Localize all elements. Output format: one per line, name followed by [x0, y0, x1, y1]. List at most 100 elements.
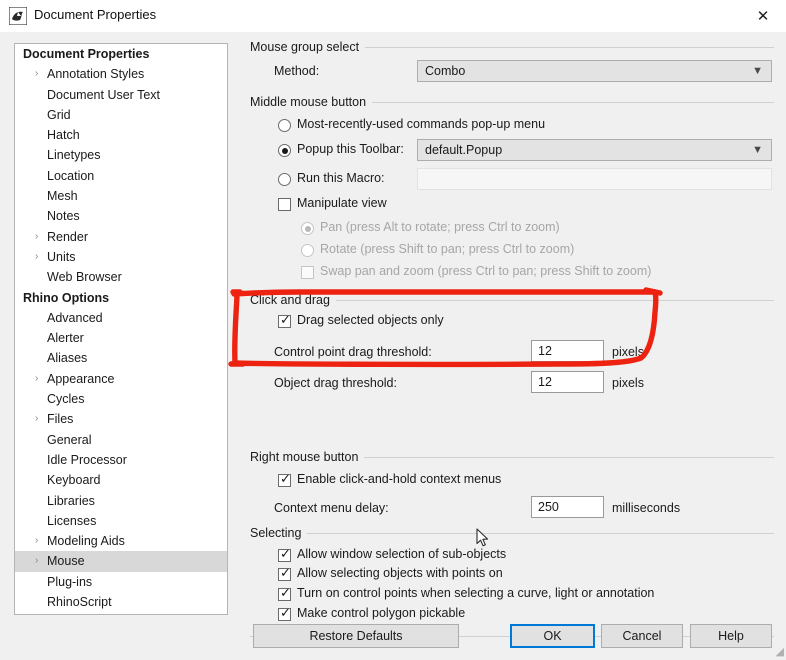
tree-item-mesh[interactable]: Mesh	[15, 186, 227, 206]
tree-item-units[interactable]: › Units	[15, 247, 227, 267]
close-icon[interactable]: ✕	[740, 0, 786, 31]
tree-item-mouse[interactable]: › Mouse	[15, 551, 227, 572]
checkbox-swap-pan-zoom-label: Swap pan and zoom (press Ctrl to pan; pr…	[320, 264, 652, 278]
tree-item-cycles[interactable]: Cycles	[15, 389, 227, 409]
tree-item-label: Cycles	[47, 392, 85, 407]
tree-item-render[interactable]: › Render	[15, 227, 227, 247]
tree-item-label: Libraries	[47, 493, 95, 508]
checkbox-enable-click-hold[interactable]: ✓	[278, 471, 291, 487]
radio-dot	[304, 225, 311, 232]
chevron-right-icon[interactable]: ›	[35, 369, 38, 389]
tree-item-keyboard[interactable]: Keyboard	[15, 470, 227, 490]
chevron-right-icon[interactable]: ›	[35, 409, 38, 429]
checkbox-manipulate-view-label: Manipulate view	[297, 196, 387, 210]
object-threshold-input[interactable]: 12	[531, 371, 604, 393]
help-button[interactable]: Help	[690, 624, 772, 648]
checkbox-manipulate-view[interactable]	[278, 198, 291, 211]
resize-grip-icon[interactable]: ◢	[770, 645, 784, 659]
tree-item-annotation-styles[interactable]: › Annotation Styles	[15, 64, 227, 84]
radio-popup-toolbar-label: Popup this Toolbar:	[297, 142, 404, 156]
tree-item-label: Linetypes	[47, 148, 101, 163]
tree-item-label: Notes	[47, 209, 80, 224]
tree-item-label: Licenses	[47, 513, 97, 528]
tree-item-licenses[interactable]: Licenses	[15, 511, 227, 531]
tree-item-grid[interactable]: Grid	[15, 105, 227, 125]
tree-item-label: Mesh	[47, 189, 78, 204]
chevron-right-icon[interactable]: ›	[35, 64, 38, 84]
settings-tree[interactable]: Document Properties › Annotation Styles Doc…	[14, 43, 228, 615]
check-glyph: ✓	[280, 546, 291, 561]
method-combobox-value: Combo	[425, 64, 466, 78]
section-title-right-mouse-button: Right mouse button	[250, 450, 365, 464]
run-macro-input[interactable]	[417, 168, 772, 190]
tree-item-label: Units	[47, 249, 76, 264]
checkbox-window-subobjects-label: Allow window selection of sub-objects	[297, 547, 507, 561]
ok-button[interactable]: OK	[510, 624, 595, 648]
tree-item-plug-ins[interactable]: Plug-ins	[15, 572, 227, 592]
tree-item-aliases[interactable]: Aliases	[15, 348, 227, 368]
tree-item-files[interactable]: › Files	[15, 409, 227, 429]
chevron-down-icon: ▼	[752, 144, 763, 156]
checkbox-drag-selected-only[interactable]: ✓	[278, 312, 291, 328]
tree-item-modeling-aids[interactable]: › Modeling Aids	[15, 531, 227, 551]
section-title-click-and-drag: Click and drag	[250, 293, 336, 307]
tree-item-label: Alerter	[47, 331, 84, 346]
checkbox-window-subobjects[interactable]: ✓	[278, 546, 291, 562]
chevron-right-icon[interactable]: ›	[35, 247, 38, 267]
checkbox-swap-pan-zoom	[301, 266, 314, 279]
radio-run-macro[interactable]	[278, 173, 291, 186]
tree-item-document-properties[interactable]: Document Properties	[15, 44, 227, 64]
tree-item-general[interactable]: General	[15, 430, 227, 450]
tree-item-document-user-text[interactable]: Document User Text	[15, 85, 227, 105]
check-glyph: ✓	[280, 312, 291, 327]
checkbox-control-polygon-pickable[interactable]: ✓	[278, 606, 291, 621]
window-title: Document Properties	[34, 7, 157, 22]
chevron-right-icon[interactable]: ›	[35, 227, 38, 247]
tree-item-label: Modeling Aids	[47, 534, 125, 549]
cancel-button[interactable]: Cancel	[601, 624, 683, 648]
control-point-threshold-label: Control point drag threshold:	[274, 345, 432, 359]
control-point-threshold-value: 12	[538, 344, 552, 358]
tree-item-rhino-options[interactable]: Rhino Options	[15, 288, 227, 308]
section-title-middle-mouse-button: Middle mouse button	[250, 95, 373, 109]
radio-pan-label: Pan (press Alt to rotate; press Ctrl to …	[320, 220, 560, 234]
tree-item-rhinoscript[interactable]: RhinoScript	[15, 592, 227, 612]
tree-item-label: General	[47, 432, 92, 447]
tree-item-alerter[interactable]: Alerter	[15, 328, 227, 348]
context-menu-delay-unit: milliseconds	[612, 501, 681, 515]
radio-mru-commands-label: Most-recently-used commands pop-up menu	[297, 117, 546, 131]
popup-toolbar-combobox-value: default.Popup	[425, 143, 503, 157]
tree-item-label: Hatch	[47, 128, 80, 143]
check-glyph: ✓	[280, 471, 291, 486]
tree-item-linetypes[interactable]: Linetypes	[15, 145, 227, 165]
radio-mru-commands[interactable]	[278, 119, 291, 132]
radio-run-macro-label: Run this Macro:	[297, 171, 385, 185]
control-point-threshold-input[interactable]: 12	[531, 340, 604, 362]
section-rule-right-mouse-button	[363, 457, 774, 458]
tree-item-location[interactable]: Location	[15, 166, 227, 186]
rhino-app-icon	[9, 7, 27, 25]
tree-item-label: Grid	[47, 107, 71, 122]
tree-item-idle-processor[interactable]: Idle Processor	[15, 450, 227, 470]
tree-item-appearance[interactable]: › Appearance	[15, 369, 227, 389]
tree-item-web-browser[interactable]: Web Browser	[15, 267, 227, 287]
context-menu-delay-input[interactable]: 250	[531, 496, 604, 518]
tree-item-advanced[interactable]: Advanced	[15, 308, 227, 328]
tree-item-label: Aliases	[47, 351, 88, 366]
tree-item-label: Idle Processor	[47, 452, 127, 467]
tree-item-selection-menu[interactable]: Selection Menu	[15, 612, 227, 614]
section-title-selecting: Selecting	[250, 526, 308, 540]
tree-item-notes[interactable]: Notes	[15, 206, 227, 226]
method-combobox[interactable]: Combo ▼	[417, 60, 772, 82]
tree-item-libraries[interactable]: Libraries	[15, 491, 227, 511]
checkbox-turn-on-control-points[interactable]: ✓	[278, 586, 291, 601]
chevron-right-icon[interactable]: ›	[35, 531, 38, 551]
chevron-right-icon[interactable]: ›	[35, 551, 38, 571]
tree-item-label: Document Properties	[23, 47, 150, 61]
radio-popup-toolbar[interactable]	[278, 144, 291, 157]
checkbox-points-on[interactable]: ✓	[278, 566, 291, 581]
tree-item-hatch[interactable]: Hatch	[15, 125, 227, 145]
title-bar: Document Properties ✕	[0, 0, 786, 33]
popup-toolbar-combobox[interactable]: default.Popup ▼	[417, 139, 772, 161]
restore-defaults-button[interactable]: Restore Defaults	[253, 624, 459, 648]
